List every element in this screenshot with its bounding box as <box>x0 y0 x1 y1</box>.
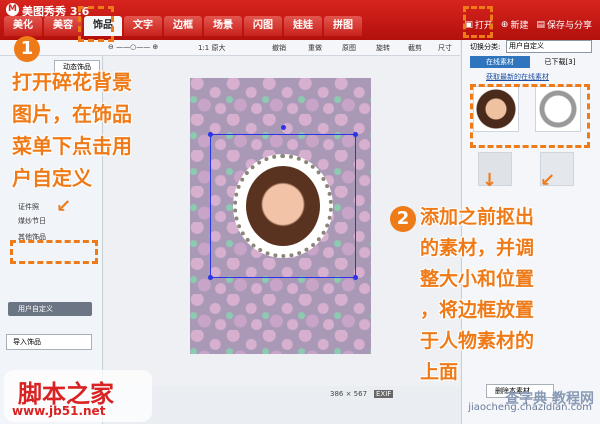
rotate-button[interactable]: 旋转 <box>376 43 390 53</box>
tab-makeup[interactable]: 美容 <box>44 16 82 36</box>
zoom-original-button[interactable]: 1:1 原大 <box>198 43 226 53</box>
resize-handle[interactable] <box>208 132 213 137</box>
resize-handle[interactable] <box>208 275 213 280</box>
step-2-instructions: 添加之前抠出 的素材，并调 整大小和位置 ，将边框放置 于人物素材的 上面 <box>420 206 535 383</box>
watermark-right-url: jiaocheng.chazidian.com <box>468 402 592 413</box>
rotate-handle[interactable] <box>281 125 286 130</box>
highlight-open-button <box>463 6 493 38</box>
status-bar: 386 × 567 EXIF <box>104 386 460 406</box>
image-dimensions: 386 × 567 <box>330 390 368 398</box>
step-1-instructions: 打开碎花背景 图片，在饰品 菜单下点击用 户自定义 <box>12 70 132 190</box>
tab-collage[interactable]: 拼图 <box>324 16 362 36</box>
get-latest-materials-link[interactable]: 获取最新的在线素材 <box>486 72 549 82</box>
step-2-badge: 2 <box>390 206 416 232</box>
category-user-defined[interactable]: 用户自定义 <box>8 302 92 316</box>
resize-handle[interactable] <box>353 132 358 137</box>
tab-flash[interactable]: 闪图 <box>244 16 282 36</box>
size-button[interactable]: 尺寸 <box>438 43 452 53</box>
main-tabs: 美化 美容 饰品 文字 边框 场景 闪图 娃娃 拼图 <box>4 16 364 36</box>
crop-button[interactable]: 截剪 <box>408 43 422 53</box>
tab-border[interactable]: 边框 <box>164 16 202 36</box>
import-decoration-button[interactable]: 导入饰品 <box>6 334 92 350</box>
resize-handle[interactable] <box>353 275 358 280</box>
save-share-button[interactable]: ▤ 保存与分享 <box>536 18 592 32</box>
watermark-url: www.jb51.net <box>12 404 106 418</box>
material-tabs: 在线素材 已下载[3] <box>470 56 590 68</box>
tab-downloaded[interactable]: 已下载[3] <box>530 56 590 68</box>
tab-online-materials[interactable]: 在线素材 <box>470 56 530 68</box>
category-select[interactable]: 用户自定义 <box>506 40 592 53</box>
highlight-user-defined <box>10 240 98 264</box>
highlight-decorations-tab <box>78 6 114 42</box>
selection-box[interactable] <box>208 125 358 280</box>
exif-badge[interactable]: EXIF <box>374 390 394 398</box>
category-festival[interactable]: 煤炒节日 <box>18 216 46 226</box>
highlight-materials <box>470 84 590 148</box>
app-logo: M <box>6 3 19 16</box>
toolbar: ⊖ ——○—— ⊕ 1:1 原大 撤销 重做 原图 旋转 截剪 尺寸 <box>0 40 460 56</box>
new-button[interactable]: ⊕ 新建 <box>500 18 529 32</box>
tab-scene[interactable]: 场景 <box>204 16 242 36</box>
tab-doll[interactable]: 娃娃 <box>284 16 322 36</box>
step-1-badge: 1 <box>14 36 40 62</box>
category-switch-label: 切换分类: <box>470 43 501 51</box>
arrow-icon: ↙ <box>540 170 556 191</box>
arrow-icon: ↓ <box>482 170 498 191</box>
tab-text[interactable]: 文字 <box>124 16 162 36</box>
undo-button[interactable]: 撤销 <box>272 43 286 53</box>
save-icon: ▤ <box>536 19 545 30</box>
redo-button[interactable]: 重做 <box>308 43 322 53</box>
plus-icon: ⊕ <box>500 19 509 30</box>
zoom-slider[interactable]: ⊖ ——○—— ⊕ <box>108 43 158 51</box>
arrow-icon: ↙ <box>56 196 72 217</box>
category-id-photo[interactable]: 证件照 <box>18 202 39 212</box>
tab-beautify[interactable]: 美化 <box>4 16 42 36</box>
original-button[interactable]: 原图 <box>342 43 356 53</box>
